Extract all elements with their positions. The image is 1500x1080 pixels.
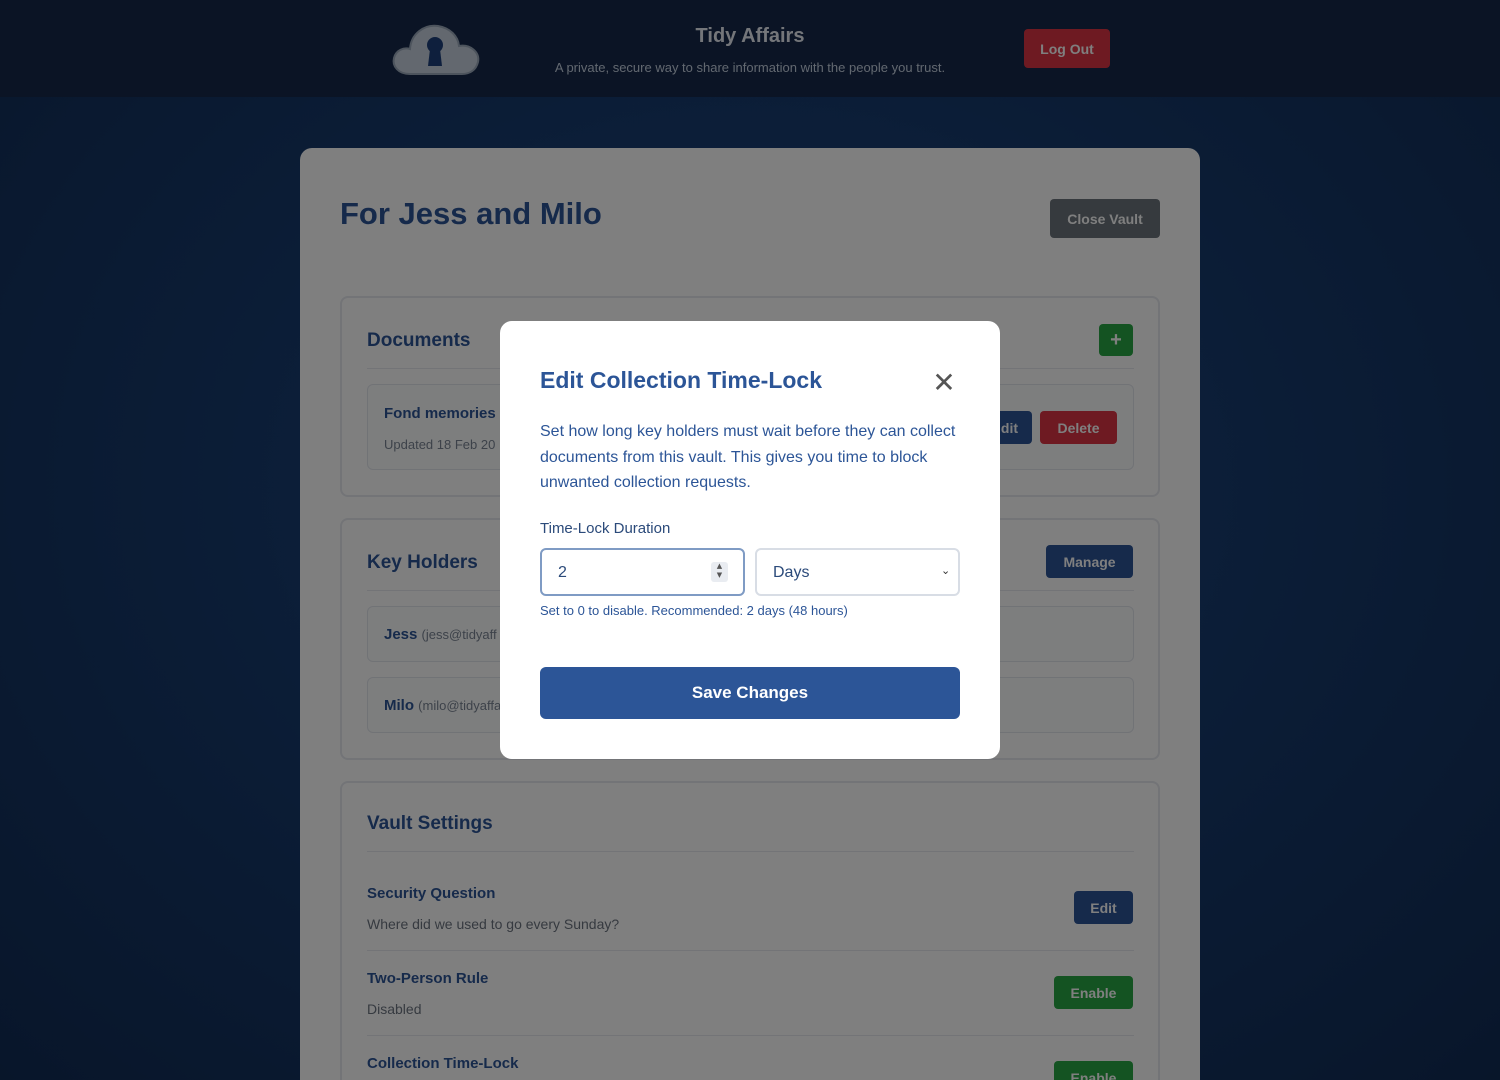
chevron-down-icon: ⌄ [941, 564, 951, 577]
modal-description: Set how long key holders must wait befor… [540, 423, 956, 491]
save-changes-button[interactable]: Save Changes [540, 667, 960, 719]
close-icon[interactable]: ✕ [930, 369, 958, 397]
edit-time-lock-modal: Edit Collection Time-Lock ✕ Set how long… [500, 321, 1000, 759]
modal-title: Edit Collection Time-Lock [540, 367, 822, 393]
duration-unit-value: Days [773, 564, 810, 581]
duration-number-input[interactable]: 2 ▲ ▼ [540, 548, 745, 596]
duration-value: 2 [558, 564, 567, 581]
duration-help-text: Set to 0 to disable. Recommended: 2 days… [540, 603, 848, 618]
duration-unit-select[interactable]: Days ⌄ [755, 548, 960, 596]
time-lock-duration-label: Time-Lock Duration [540, 520, 671, 537]
spinner-arrows-icon[interactable]: ▲ ▼ [711, 562, 728, 582]
